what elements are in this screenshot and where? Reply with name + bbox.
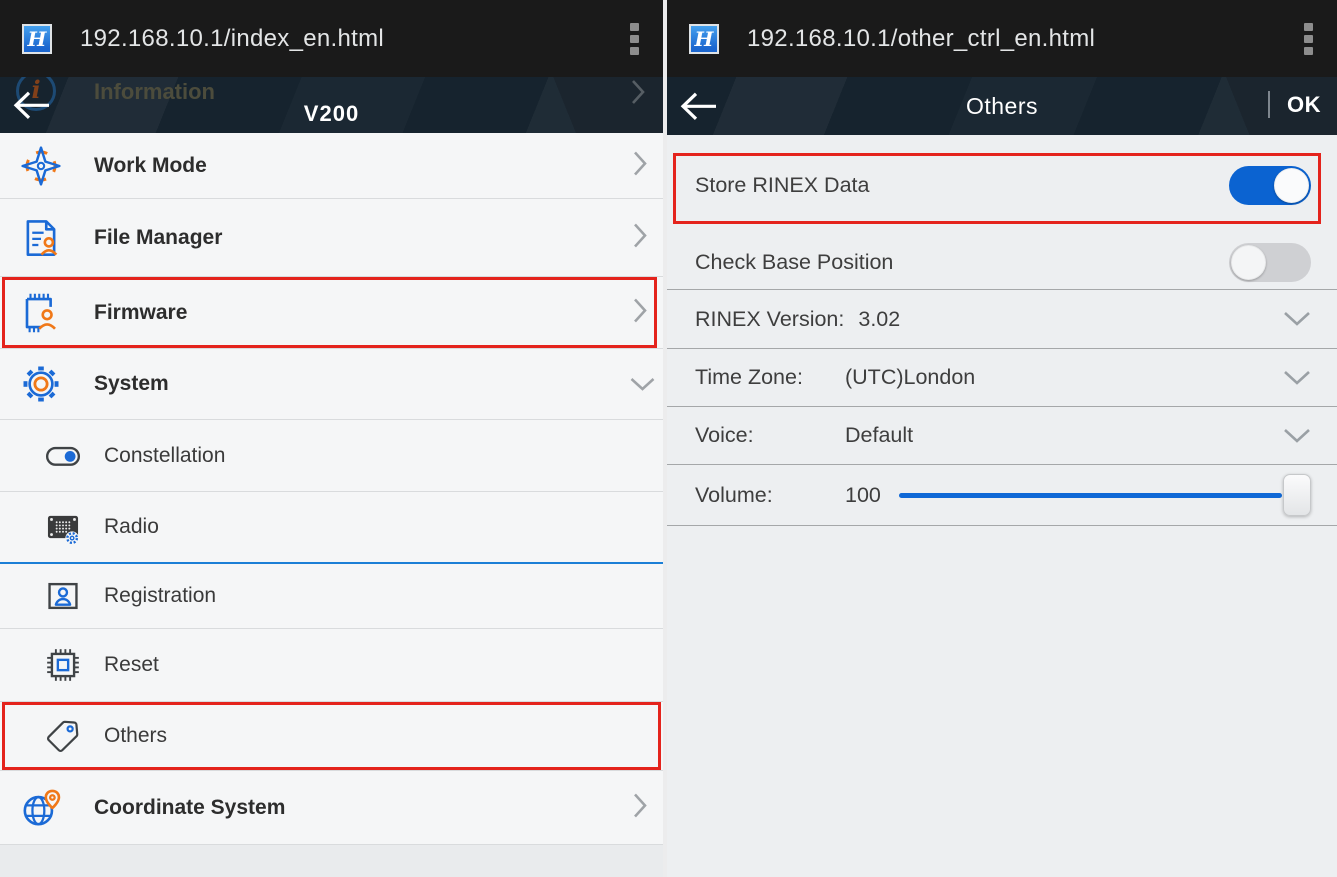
setting-rinex-version[interactable]: RINEX Version: 3.02 [667, 290, 1337, 349]
chevron-right-icon [633, 297, 647, 328]
right-browser-panel: H 192.168.10.1/other_ctrl_en.html Others… [667, 0, 1337, 877]
slider-handle[interactable] [1283, 474, 1311, 516]
left-url-bar: H 192.168.10.1/index_en.html [0, 0, 663, 77]
device-menu: Work Mode File Manager [0, 133, 663, 845]
right-app-header: Others OK [667, 77, 1337, 135]
right-url-bar: H 192.168.10.1/other_ctrl_en.html [667, 0, 1337, 77]
tag-icon [44, 717, 82, 755]
radio-panel-icon [44, 508, 82, 546]
settings-list: Store RINEX Data Check Base Position RIN… [667, 135, 1337, 526]
sidebar-item-label: Constellation [104, 444, 225, 468]
left-browser-panel: H 192.168.10.1/index_en.html i Informati… [0, 0, 663, 877]
chip-person-icon [20, 292, 62, 334]
left-app-header: i Information V200 [0, 77, 663, 133]
sidebar-item-label: Radio [104, 515, 159, 539]
sidebar-item-registration[interactable]: Registration [0, 564, 663, 629]
page-title: V200 [0, 101, 663, 127]
chevron-right-icon [633, 792, 647, 823]
kebab-menu-icon[interactable] [1302, 19, 1315, 59]
sidebar-item-radio[interactable]: Radio [0, 492, 663, 564]
toggle-knob [1274, 168, 1309, 203]
sidebar-item-file-manager[interactable]: File Manager [0, 199, 663, 277]
setting-store-rinex-data: Store RINEX Data [667, 135, 1337, 235]
chevron-right-icon [633, 222, 647, 253]
sidebar-item-reset[interactable]: Reset [0, 629, 663, 702]
setting-label: Time Zone: [695, 365, 845, 390]
sidebar-item-label: Reset [104, 653, 159, 677]
setting-value: 100 [845, 483, 881, 508]
check-base-toggle[interactable] [1229, 243, 1311, 282]
store-rinex-toggle[interactable] [1229, 166, 1311, 205]
setting-value: Default [845, 423, 913, 448]
site-favicon: H [22, 24, 52, 54]
sidebar-item-label: Firmware [94, 301, 187, 325]
setting-label: Volume: [695, 483, 845, 508]
volume-slider[interactable] [899, 474, 1311, 516]
sidebar-item-label: Registration [104, 584, 216, 608]
globe-pin-icon [20, 787, 62, 829]
dual-screenshot: H 192.168.10.1/index_en.html i Informati… [0, 0, 1337, 877]
chevron-down-icon [1283, 428, 1311, 444]
sidebar-item-firmware[interactable]: Firmware [0, 277, 663, 349]
setting-check-base-position: Check Base Position [667, 235, 1337, 290]
chevron-right-icon [633, 150, 647, 181]
page-title: Others [667, 93, 1337, 120]
kebab-menu-icon[interactable] [628, 19, 641, 59]
sidebar-item-constellation[interactable]: Constellation [0, 420, 663, 492]
chevron-down-icon [1283, 370, 1311, 386]
chevron-down-icon [625, 377, 656, 391]
sidebar-item-label: File Manager [94, 226, 222, 250]
compass-icon [20, 145, 62, 187]
toggle-icon [44, 437, 82, 475]
setting-time-zone[interactable]: Time Zone: (UTC)London [667, 349, 1337, 407]
setting-label: Store RINEX Data [695, 173, 869, 198]
sidebar-item-work-mode[interactable]: Work Mode [0, 133, 663, 199]
sidebar-item-label: Work Mode [94, 154, 207, 178]
setting-voice[interactable]: Voice: Default [667, 407, 1337, 465]
sidebar-item-coordinate-system[interactable]: Coordinate System [0, 771, 663, 845]
setting-value: (UTC)London [845, 365, 975, 390]
setting-label: Voice: [695, 423, 845, 448]
sidebar-item-label: System [94, 372, 169, 396]
chevron-down-icon [1283, 311, 1311, 327]
document-person-icon [20, 217, 62, 259]
setting-value: 3.02 [858, 307, 900, 332]
setting-volume: Volume: 100 [667, 465, 1337, 526]
header-divider [1268, 91, 1270, 118]
sidebar-item-label: Others [104, 724, 167, 748]
slider-track[interactable] [899, 493, 1282, 498]
site-favicon: H [689, 24, 719, 54]
sidebar-item-others[interactable]: Others [0, 702, 663, 771]
setting-label: Check Base Position [695, 250, 893, 275]
toggle-knob [1231, 245, 1266, 280]
sidebar-item-system[interactable]: System [0, 349, 663, 420]
person-badge-icon [44, 577, 82, 615]
ok-button[interactable]: OK [1287, 92, 1321, 118]
url-text[interactable]: 192.168.10.1/index_en.html [80, 25, 384, 53]
setting-label: RINEX Version: [695, 307, 844, 332]
sidebar-item-label: Coordinate System [94, 796, 285, 820]
gear-icon [20, 363, 62, 405]
chip-icon [44, 646, 82, 684]
url-text[interactable]: 192.168.10.1/other_ctrl_en.html [747, 25, 1095, 53]
